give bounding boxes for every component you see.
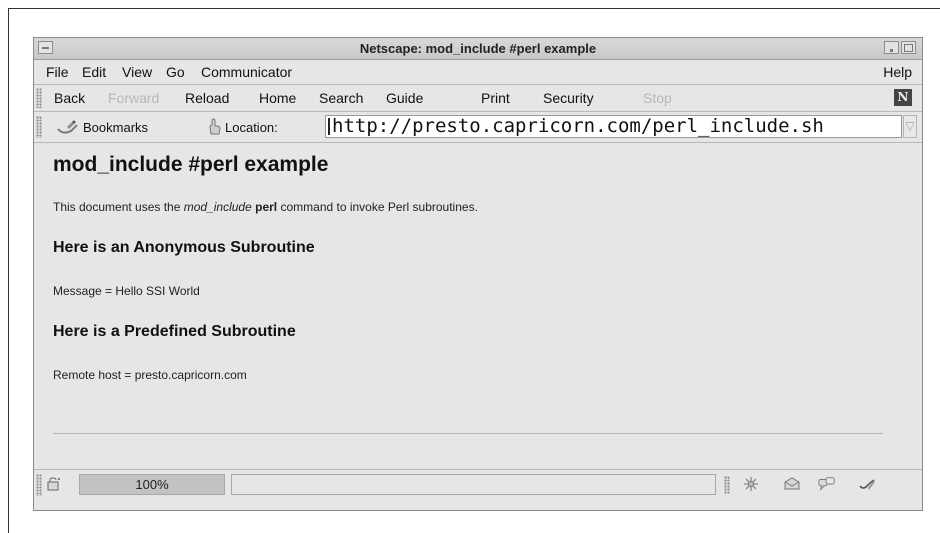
page-content: mod_include #perl example This document …: [34, 143, 922, 463]
forward-button[interactable]: Forward: [108, 90, 159, 106]
figure-border-top: [8, 8, 940, 9]
intro-paragraph: This document uses the mod_include perl …: [53, 200, 478, 214]
window-title: Netscape: mod_include #perl example: [359, 41, 597, 56]
minimize-button[interactable]: [884, 41, 899, 54]
message-line: Message = Hello SSI World: [53, 284, 200, 298]
status-bar: 100%: [34, 469, 922, 500]
component-bar-grip[interactable]: [724, 476, 730, 494]
menu-help[interactable]: Help: [883, 64, 912, 80]
stop-button[interactable]: Stop: [643, 90, 672, 106]
intro-bold-term: perl: [255, 200, 278, 214]
location-label: Location:: [225, 120, 278, 135]
intro-text-end: command to invoke Perl subroutines.: [277, 200, 478, 214]
menu-communicator[interactable]: Communicator: [201, 64, 292, 80]
url-history-dropdown[interactable]: ▽: [903, 115, 917, 138]
security-lock-icon[interactable]: [47, 477, 61, 491]
search-button[interactable]: Search: [319, 90, 363, 106]
intro-text-start: This document uses the: [53, 200, 184, 214]
remote-host-line: Remote host = presto.capricorn.com: [53, 368, 247, 382]
title-bar[interactable]: Netscape: mod_include #perl example: [34, 38, 922, 60]
bookmarks-icon[interactable]: [57, 119, 79, 135]
menu-go[interactable]: Go: [166, 64, 185, 80]
netscape-logo-icon[interactable]: N: [894, 89, 912, 106]
mail-icon[interactable]: [783, 476, 801, 492]
maximize-button[interactable]: [901, 41, 916, 54]
location-toolbar-grip[interactable]: [36, 116, 42, 138]
reload-button[interactable]: Reload: [185, 90, 229, 106]
toolbar-grip[interactable]: [36, 88, 42, 108]
navigation-toolbar: Back Forward Reload Home Search Guide Pr…: [34, 85, 922, 112]
progress-percent: 100%: [135, 477, 169, 492]
menu-file[interactable]: File: [46, 64, 69, 80]
back-button[interactable]: Back: [54, 90, 85, 106]
url-input[interactable]: http://presto.capricorn.com/perl_include…: [325, 115, 902, 138]
status-message: [231, 474, 716, 495]
horizontal-rule: [53, 433, 883, 434]
figure-border-left: [8, 8, 9, 533]
intro-italic-term: mod_include: [183, 200, 252, 214]
discussion-icon[interactable]: [818, 476, 836, 492]
menu-view[interactable]: View: [122, 64, 152, 80]
menu-edit[interactable]: Edit: [82, 64, 106, 80]
progress-meter: 100%: [79, 474, 225, 495]
print-button[interactable]: Print: [481, 90, 510, 106]
browser-window: Netscape: mod_include #perl example File…: [33, 37, 923, 511]
guide-button[interactable]: Guide: [386, 90, 423, 106]
security-button[interactable]: Security: [543, 90, 594, 106]
bookmarks-button[interactable]: Bookmarks: [83, 120, 148, 135]
location-page-proxy-icon[interactable]: [207, 118, 223, 136]
menu-bar: File Edit View Go Communicator Help: [34, 60, 922, 85]
status-grip[interactable]: [36, 474, 42, 496]
text-caret: [328, 118, 330, 135]
navigator-component-icon[interactable]: [742, 476, 760, 492]
location-toolbar: Bookmarks Location: http://presto.capric…: [34, 112, 922, 143]
home-button[interactable]: Home: [259, 90, 296, 106]
section-heading-anonymous: Here is an Anonymous Subroutine: [53, 239, 315, 256]
section-heading-predefined: Here is a Predefined Subroutine: [53, 323, 296, 340]
composer-icon[interactable]: [858, 476, 876, 492]
page-heading: mod_include #perl example: [53, 153, 329, 176]
